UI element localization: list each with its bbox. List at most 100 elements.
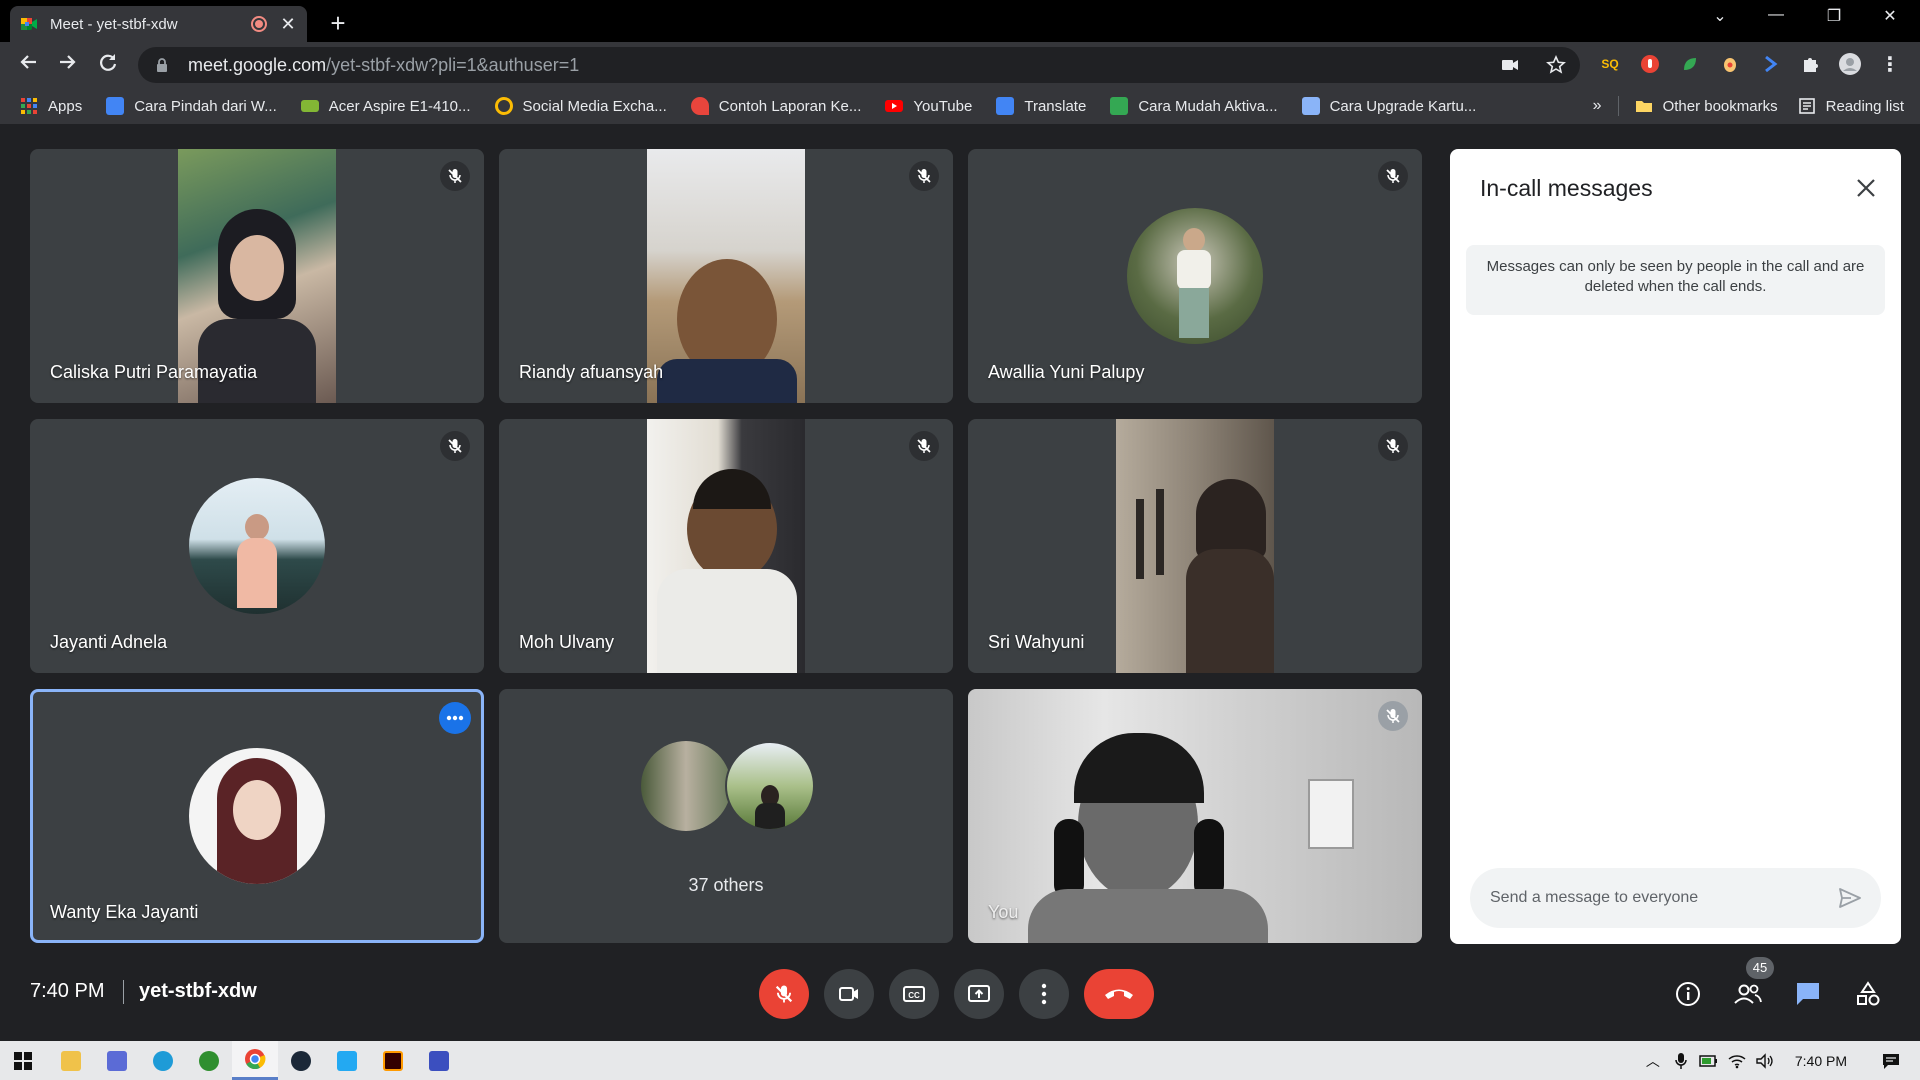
s-logo-icon bbox=[106, 97, 125, 115]
bookmark-item[interactable]: Cara Pindah dari W... bbox=[106, 97, 277, 115]
extension-arrow-icon[interactable] bbox=[1758, 52, 1782, 76]
bookmark-item[interactable]: Cara Upgrade Kartu... bbox=[1301, 97, 1477, 115]
activities-button[interactable] bbox=[1850, 976, 1886, 1012]
camera-toggle-button[interactable] bbox=[824, 969, 874, 1019]
message-compose[interactable] bbox=[1470, 868, 1881, 928]
address-bar[interactable]: meet.google.com/yet-stbf-xdw?pli=1&authu… bbox=[138, 47, 1580, 83]
browser-menu-icon[interactable]: ⋮ bbox=[1878, 52, 1902, 76]
close-window-button[interactable]: ✕ bbox=[1876, 6, 1904, 26]
steam-icon bbox=[291, 1050, 311, 1071]
more-options-button[interactable] bbox=[1019, 969, 1069, 1019]
app-taskbar-icon[interactable] bbox=[416, 1041, 462, 1080]
other-bookmarks-folder[interactable]: Other bookmarks bbox=[1635, 97, 1778, 115]
present-screen-icon bbox=[968, 985, 990, 1002]
taskbar-clock[interactable]: 7:40 PM bbox=[1795, 1053, 1847, 1069]
chrome-icon bbox=[245, 1049, 266, 1070]
bookmark-item[interactable]: Social Media Excha... bbox=[494, 97, 667, 115]
message-input[interactable] bbox=[1490, 889, 1810, 907]
self-tile[interactable]: You bbox=[968, 689, 1422, 943]
rocket-icon bbox=[690, 97, 709, 115]
camera-in-use-icon[interactable] bbox=[1500, 55, 1520, 75]
new-tab-button[interactable]: + bbox=[324, 8, 352, 39]
tab-search-icon[interactable]: ⌄ bbox=[1706, 6, 1734, 26]
browser-tab-strip: Meet - yet-stbf-xdw ✕ + ⌄ — ❐ ✕ bbox=[0, 0, 1920, 42]
participant-tile[interactable]: Jayanti Adnela bbox=[30, 419, 484, 673]
meeting-time: 7:40 PM bbox=[30, 980, 105, 1002]
chrome-taskbar-icon[interactable] bbox=[232, 1041, 278, 1080]
extensions-puzzle-icon[interactable] bbox=[1798, 52, 1822, 76]
extension-drop-icon[interactable] bbox=[1718, 52, 1742, 76]
profile-avatar-icon[interactable] bbox=[1838, 52, 1862, 76]
folder-icon bbox=[1635, 101, 1652, 112]
more-options-button[interactable] bbox=[439, 702, 471, 734]
in-call-messages-panel: In-call messages Messages can only be se… bbox=[1450, 149, 1901, 944]
xbox-taskbar-icon[interactable] bbox=[186, 1041, 232, 1080]
browser-tab-meet[interactable]: Meet - yet-stbf-xdw ✕ bbox=[10, 6, 307, 42]
participant-avatar bbox=[725, 741, 815, 831]
paint-taskbar-icon[interactable] bbox=[94, 1041, 140, 1080]
tab-close-icon[interactable]: ✕ bbox=[279, 14, 297, 35]
store-icon bbox=[1301, 97, 1320, 115]
chevron-up-icon[interactable]: ︿ bbox=[1642, 1050, 1664, 1072]
forward-button[interactable] bbox=[54, 51, 82, 79]
reading-list-button[interactable]: Reading list bbox=[1798, 97, 1904, 115]
bookmark-item[interactable]: Acer Aspire E1-410... bbox=[300, 98, 471, 115]
lock-icon[interactable] bbox=[154, 57, 170, 73]
windows-logo-icon bbox=[14, 1051, 32, 1070]
captions-button[interactable]: CC bbox=[889, 969, 939, 1019]
meeting-code[interactable]: yet-stbf-xdw bbox=[139, 980, 257, 1003]
messages-info-note: Messages can only be seen by people in t… bbox=[1466, 245, 1885, 315]
participant-video bbox=[647, 149, 805, 403]
battery-icon[interactable] bbox=[1698, 1050, 1720, 1072]
bookmark-label: Contoh Laporan Ke... bbox=[718, 97, 862, 115]
participant-tile[interactable]: Moh Ulvany bbox=[499, 419, 953, 673]
vscode-icon bbox=[337, 1050, 357, 1071]
bookmark-item[interactable]: Cara Mudah Aktiva... bbox=[1110, 97, 1278, 115]
steam-taskbar-icon[interactable] bbox=[278, 1041, 324, 1080]
extension-leaf-icon[interactable] bbox=[1678, 52, 1702, 76]
bookmark-label: Cara Pindah dari W... bbox=[134, 97, 277, 115]
participant-tile-active[interactable]: Wanty Eka Jayanti bbox=[30, 689, 484, 943]
meeting-details-button[interactable] bbox=[1670, 976, 1706, 1012]
reload-button[interactable] bbox=[94, 51, 122, 79]
participant-tile[interactable]: Sri Wahyuni bbox=[968, 419, 1422, 673]
bookmark-label: Cara Upgrade Kartu... bbox=[1329, 97, 1477, 115]
bookmark-item[interactable]: YouTube bbox=[885, 97, 972, 115]
notifications-icon[interactable] bbox=[1880, 1050, 1902, 1072]
mic-off-icon bbox=[440, 161, 470, 191]
edge-taskbar-icon[interactable] bbox=[140, 1041, 186, 1080]
bookmark-item[interactable]: Contoh Laporan Ke... bbox=[690, 97, 862, 115]
mic-off-icon bbox=[1378, 701, 1408, 731]
present-screen-button[interactable] bbox=[954, 969, 1004, 1019]
youtube-icon bbox=[885, 100, 904, 112]
mic-off-icon bbox=[1378, 431, 1408, 461]
people-button[interactable] bbox=[1730, 976, 1766, 1012]
minimize-button[interactable]: — bbox=[1762, 6, 1790, 24]
chat-button[interactable] bbox=[1790, 976, 1826, 1012]
send-icon[interactable] bbox=[1837, 885, 1863, 911]
participant-tile[interactable]: Caliska Putri Paramayatia bbox=[30, 149, 484, 403]
start-button[interactable] bbox=[0, 1041, 46, 1080]
illustrator-taskbar-icon[interactable] bbox=[370, 1041, 416, 1080]
microphone-toggle-button[interactable] bbox=[759, 969, 809, 1019]
back-button[interactable] bbox=[14, 51, 42, 79]
others-tile[interactable]: 37 others bbox=[499, 689, 953, 943]
extension-sq-icon[interactable]: SQ bbox=[1598, 52, 1622, 76]
wifi-icon[interactable] bbox=[1726, 1050, 1748, 1072]
close-icon[interactable] bbox=[1853, 175, 1879, 201]
bookmark-item[interactable]: Apps bbox=[20, 97, 82, 115]
participant-tile[interactable]: Awallia Yuni Palupy bbox=[968, 149, 1422, 403]
others-count-label: 37 others bbox=[688, 875, 764, 895]
extension-shield-icon[interactable] bbox=[1638, 52, 1662, 76]
file-explorer-taskbar-icon[interactable] bbox=[48, 1041, 94, 1080]
microphone-tray-icon[interactable] bbox=[1670, 1050, 1692, 1072]
bookmark-item[interactable]: Translate bbox=[996, 97, 1086, 115]
vscode-taskbar-icon[interactable] bbox=[324, 1041, 370, 1080]
participant-tile[interactable]: Riandy afuansyah bbox=[499, 149, 953, 403]
restore-button[interactable]: ❐ bbox=[1820, 6, 1848, 26]
bookmarks-overflow-button[interactable]: » bbox=[1593, 97, 1602, 115]
bookmark-star-icon[interactable] bbox=[1546, 55, 1566, 75]
volume-icon[interactable] bbox=[1754, 1050, 1776, 1072]
closed-captions-icon: CC bbox=[903, 986, 925, 1002]
leave-call-button[interactable] bbox=[1084, 969, 1154, 1019]
